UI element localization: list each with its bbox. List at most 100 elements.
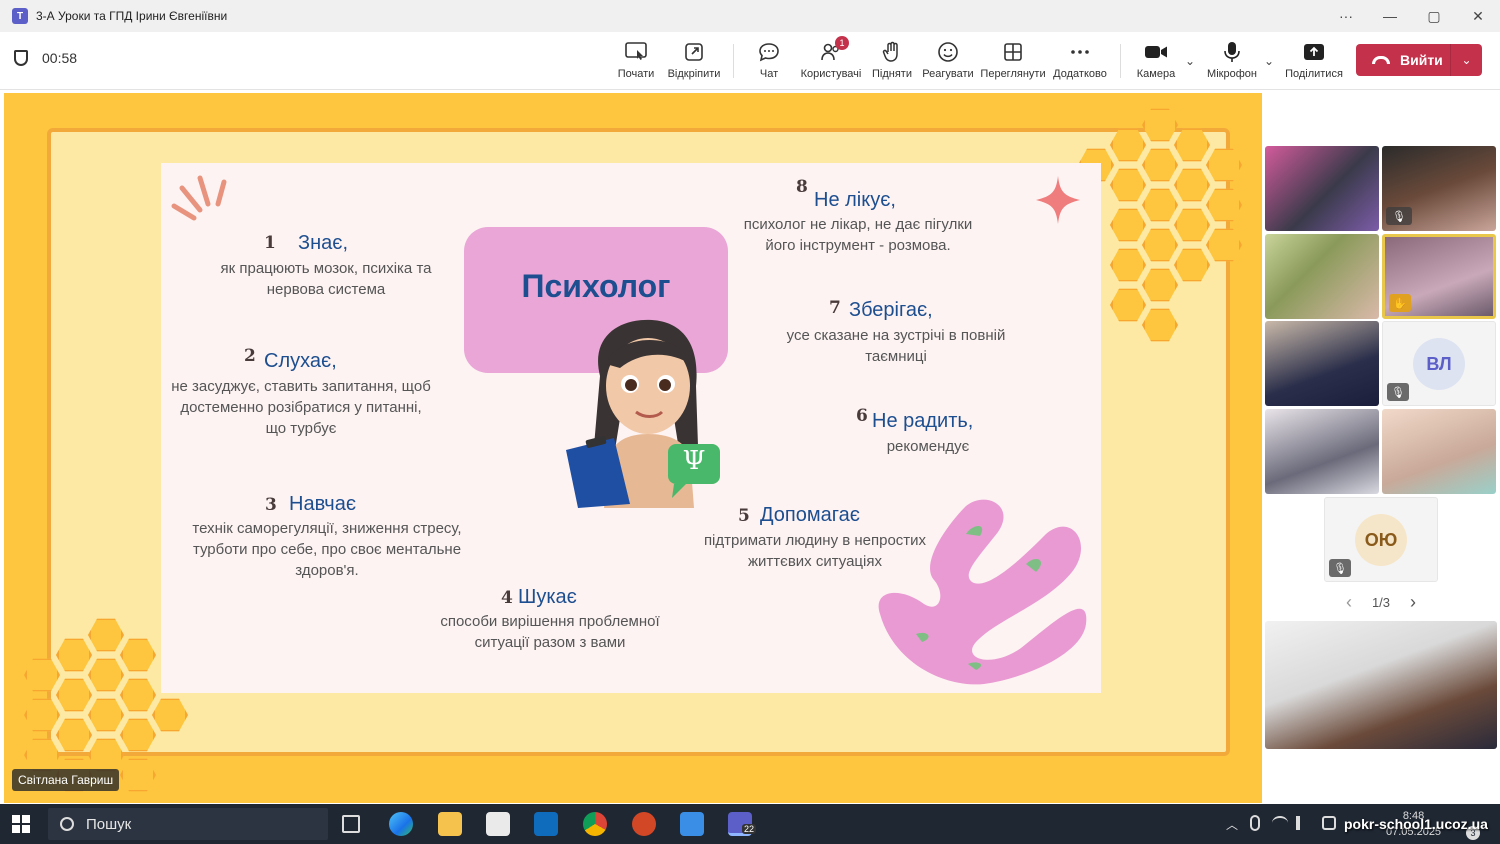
people-label: Користувачі (800, 68, 862, 80)
volume-icon[interactable] (1296, 816, 1310, 830)
share-label: Поділитися (1285, 68, 1343, 80)
react-button[interactable]: Реагувати (916, 40, 980, 80)
participant-avatar-tile[interactable]: ВЛ 🎙 (1382, 321, 1496, 406)
camera-icon (1144, 40, 1168, 64)
microphone-options-chevron-icon[interactable]: ⌄ (1264, 54, 1274, 68)
meeting-toolbar: 00:58 Почати Відкріпити Чат 1 Користувач… (0, 32, 1500, 90)
item-8-text: психолог не лікар, не дає пігулки його і… (743, 216, 973, 254)
raise-hand-label: Підняти (872, 68, 912, 80)
title-bar: T 3-А Уроки та ГПД Ірини Євгеніївни ··· … (0, 0, 1500, 32)
camera-button[interactable]: Камера (1124, 40, 1188, 80)
file-explorer-icon[interactable] (438, 812, 462, 836)
participant-video-tile[interactable] (1265, 409, 1379, 494)
windows-start-icon[interactable] (12, 815, 30, 833)
more-options-button[interactable]: ··· (1324, 0, 1368, 32)
raise-hand-button[interactable]: Підняти (860, 40, 924, 80)
edge-browser-icon[interactable] (389, 812, 413, 836)
minimize-button[interactable]: — (1368, 0, 1412, 32)
leave-button[interactable]: Вийти ⌄ (1356, 44, 1482, 76)
pink-blob-decoration (878, 499, 1087, 685)
item-4-text: способи вирішення проблемної ситуації ра… (440, 613, 660, 651)
shield-icon (14, 50, 28, 66)
microsoft-store-icon[interactable] (486, 812, 510, 836)
view-button[interactable]: Переглянути (980, 40, 1046, 80)
item-7-title: Зберігає, (849, 299, 933, 321)
chat-button[interactable]: Чат (737, 40, 801, 80)
item-8-number: 8 (796, 177, 808, 197)
tray-chevron-icon[interactable]: ︿ (1226, 816, 1238, 833)
participant-video-tile[interactable] (1265, 321, 1379, 406)
microphone-label: Мікрофон (1207, 68, 1257, 80)
camera-options-chevron-icon[interactable]: ⌄ (1185, 54, 1195, 68)
popout-label: Відкріпити (667, 68, 721, 80)
popout-button[interactable]: Відкріпити (662, 40, 726, 80)
pager-prev-button[interactable]: ‹ (1346, 592, 1352, 613)
people-icon: 1 (819, 36, 849, 64)
present-screen-icon (624, 40, 648, 64)
item-7-text: усе сказане на зустрічі в повній таємниц… (786, 327, 1006, 365)
watermark-text: pokr-school1.ucoz.ua (1344, 816, 1488, 832)
raised-hand-icon: ✋ (1389, 294, 1411, 312)
participant-video-tile[interactable]: 🎙 (1382, 146, 1496, 231)
chrome-browser-icon[interactable] (583, 812, 607, 836)
participant-avatar: ВЛ (1413, 338, 1465, 390)
item-5-text: підтримати людину в непростих життєвих с… (703, 532, 927, 570)
task-view-icon[interactable] (342, 815, 360, 833)
chat-icon (757, 40, 781, 64)
share-icon (1302, 40, 1326, 64)
teams-logo-icon: T (12, 8, 28, 24)
pen-icon[interactable] (1322, 816, 1336, 830)
participant-video-tile[interactable] (1265, 234, 1379, 319)
mic-off-icon: 🎙 (1329, 559, 1351, 577)
search-icon (60, 817, 74, 831)
leave-label: Вийти (1400, 52, 1443, 68)
item-2-number: 2 (244, 346, 256, 366)
smiley-icon (936, 40, 960, 64)
view-grid-icon (1001, 40, 1025, 64)
raise-hand-icon (880, 40, 904, 64)
teams-badge: 22 (742, 824, 757, 834)
taskbar-search-box[interactable]: Пошук (48, 808, 328, 840)
item-8-title: Не лікує, (814, 189, 896, 211)
participant-avatar-tile[interactable]: ОЮ 🎙 (1324, 497, 1438, 582)
control-panel-icon[interactable] (680, 812, 704, 836)
item-2-title: Слухає, (264, 350, 337, 372)
item-6-text: рекомендує (886, 438, 970, 455)
teams-taskbar-icon[interactable]: 22 (728, 812, 757, 836)
item-4-title: Шукає (518, 586, 577, 608)
participant-video-tile-active[interactable]: ✋ (1382, 234, 1496, 319)
item-1-title: Знає, (298, 232, 349, 254)
window-title: 3-А Уроки та ГПД Ірини Євгеніївни (36, 9, 228, 23)
toolbar-divider (733, 44, 734, 78)
share-button[interactable]: Поділитися (1282, 40, 1346, 80)
react-label: Реагувати (922, 68, 974, 80)
more-button[interactable]: Додатково (1048, 40, 1112, 80)
restore-button[interactable]: ▢ (1412, 0, 1456, 32)
close-button[interactable]: ✕ (1456, 0, 1500, 32)
participant-video-tile[interactable] (1382, 409, 1496, 494)
people-button[interactable]: 1 Користувачі (799, 36, 863, 80)
tray-microphone-icon[interactable] (1250, 815, 1260, 831)
item-4-number: 4 (501, 588, 513, 608)
presenter-name-tag: Світлана Гавриш (12, 769, 120, 791)
powerpoint-icon[interactable] (632, 812, 656, 836)
sparkle-lines-icon (171, 175, 227, 221)
leave-options-chevron-icon[interactable]: ⌄ (1450, 44, 1482, 76)
people-badge: 1 (835, 36, 849, 50)
item-5-title: Допомагає (760, 504, 860, 526)
present-button[interactable]: Почати (604, 40, 668, 80)
item-3-number: 3 (265, 495, 277, 515)
mic-off-icon: 🎙 (1387, 383, 1409, 401)
network-icon[interactable] (1272, 816, 1288, 830)
participant-video-tile[interactable] (1265, 146, 1379, 231)
microphone-button[interactable]: Мікрофон (1200, 40, 1264, 80)
outlook-icon[interactable] (534, 812, 558, 836)
microphone-icon (1220, 40, 1244, 64)
popout-icon (682, 40, 706, 64)
item-6-title: Не радить, (872, 410, 974, 432)
more-label: Додатково (1053, 68, 1107, 80)
pager-next-button[interactable]: › (1410, 592, 1416, 613)
self-video-tile[interactable] (1265, 621, 1497, 749)
participants-pager: ‹ 1/3 › (1346, 592, 1416, 613)
item-2-text: не засуджує, ставить запитання, щоб дост… (171, 378, 431, 437)
